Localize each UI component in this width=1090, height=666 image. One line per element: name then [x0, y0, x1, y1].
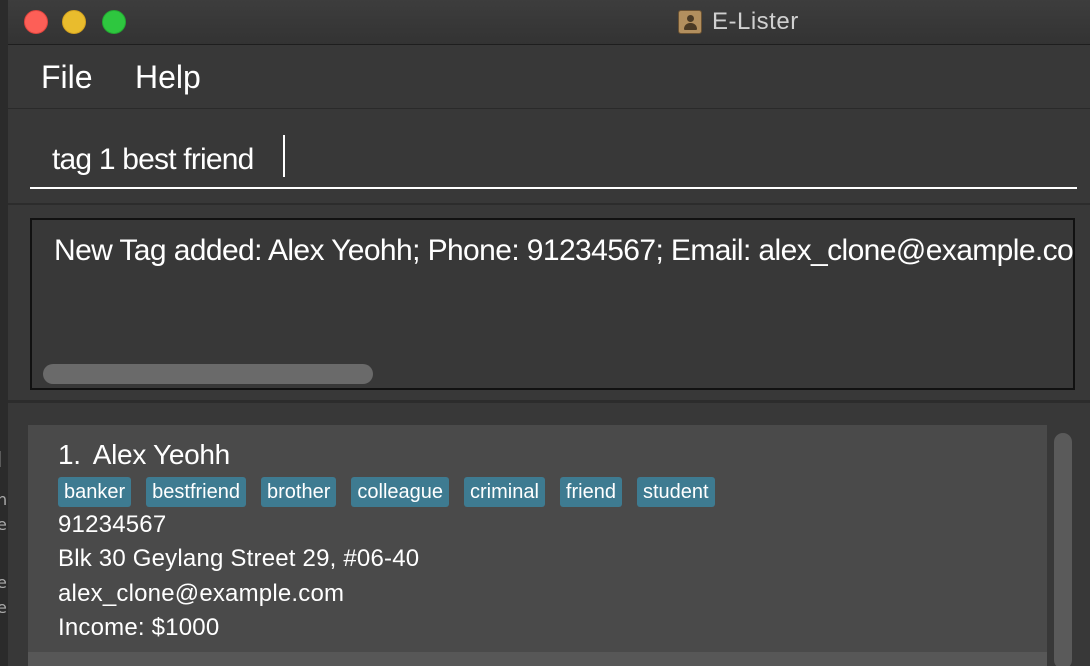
result-display-panel: New Tag added: Alex Yeohh; Phone: 912345… — [8, 205, 1090, 403]
tag-label: student — [636, 477, 715, 507]
command-box-panel — [8, 109, 1090, 205]
background-glyph: e — [0, 573, 7, 592]
background-glyph: e — [0, 598, 7, 617]
background-glyph: | — [0, 448, 2, 467]
tag-label: criminal — [464, 477, 545, 507]
window-title-group: E-Lister — [678, 8, 799, 35]
command-input[interactable] — [30, 133, 1077, 189]
menu-help[interactable]: Help — [135, 59, 201, 96]
minimize-window-button[interactable] — [62, 10, 86, 34]
person-name-line: 1. Alex Yeohh — [58, 439, 230, 471]
close-window-button[interactable] — [24, 10, 48, 34]
person-phone: 91234567 — [58, 511, 167, 538]
person-index: 1. — [58, 439, 81, 470]
result-horizontal-scrollbar[interactable] — [43, 364, 373, 384]
title-bar[interactable]: E-Lister — [8, 0, 1090, 45]
tag-list: banker bestfriend brother colleague crim… — [58, 477, 730, 507]
person-name: Alex Yeohh — [92, 439, 230, 470]
person-email: alex_clone@example.com — [58, 580, 345, 607]
next-person-card[interactable] — [28, 652, 1047, 666]
window-title: E-Lister — [712, 8, 799, 35]
person-address: Blk 30 Geylang Street 29, #06-40 — [58, 545, 420, 572]
text-caret — [283, 135, 285, 177]
background-window-edge: | n e e e — [0, 0, 8, 666]
app-window: E-Lister File Help New Tag added: Alex Y… — [8, 0, 1090, 666]
person-income: Income: $1000 — [58, 614, 220, 641]
result-message: New Tag added: Alex Yeohh; Phone: 912345… — [54, 234, 1075, 267]
person-list-scrollbar[interactable] — [1054, 433, 1072, 666]
person-card[interactable]: 1. Alex Yeohh banker bestfriend brother c… — [28, 425, 1047, 655]
background-glyph: n — [0, 490, 8, 509]
maximize-window-button[interactable] — [102, 10, 126, 34]
tag-label: bestfriend — [146, 477, 246, 507]
contacts-book-icon — [678, 10, 702, 34]
tag-label: colleague — [351, 477, 449, 507]
person-list-panel: 1. Alex Yeohh banker bestfriend brother c… — [8, 403, 1090, 666]
tag-label: brother — [261, 477, 337, 507]
result-display[interactable]: New Tag added: Alex Yeohh; Phone: 912345… — [30, 218, 1075, 390]
background-glyph: e — [0, 515, 7, 534]
menu-file[interactable]: File — [41, 59, 93, 96]
tag-label: banker — [58, 477, 132, 507]
tag-label: friend — [559, 477, 622, 507]
menu-bar: File Help — [8, 45, 1090, 109]
